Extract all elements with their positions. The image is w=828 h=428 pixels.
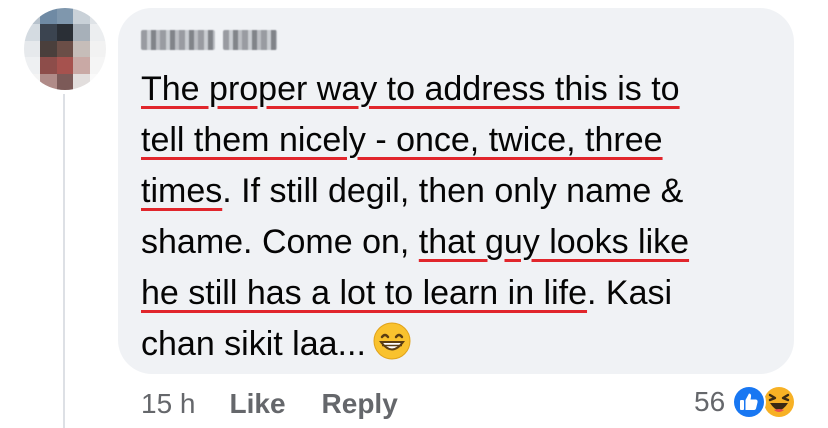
- annotated-underlined-text: The proper way to address this is to: [141, 70, 680, 108]
- annotated-underlined-text: that guy looks like: [418, 223, 690, 261]
- reaction-icons: [731, 384, 801, 420]
- comment-text-segment: . Kasi: [587, 274, 673, 312]
- comment-screenshot: The proper way to address this is to tell…: [0, 0, 828, 428]
- like-button[interactable]: Like: [230, 388, 286, 420]
- comment-line: The proper way to address this is to: [141, 64, 781, 115]
- thread-line: [63, 94, 65, 428]
- reaction-count: 56: [694, 386, 726, 417]
- avatar[interactable]: [24, 8, 106, 90]
- annotated-underlined-text: times: [141, 172, 223, 210]
- comment-text-segment: shame. Come on,: [141, 223, 419, 261]
- reply-button[interactable]: Reply: [322, 388, 398, 420]
- reaction-summary[interactable]: 56: [694, 384, 801, 420]
- grinning-face-emoji-icon: [373, 322, 411, 360]
- comment-line: he still has a lot to learn in life. Kas…: [141, 268, 781, 319]
- comment-timestamp[interactable]: 15 h: [141, 388, 196, 420]
- redacted-name-part: [223, 30, 277, 50]
- pixelated-avatar-image: [24, 8, 106, 90]
- comment-text: The proper way to address this is to tell…: [141, 64, 781, 370]
- comment-actions: 15 h Like Reply: [141, 388, 434, 420]
- comment-line: times. If still degil, then only name &: [141, 166, 781, 217]
- like-icon: [732, 385, 767, 419]
- comment-line: tell them nicely - once, twice, three: [141, 115, 781, 166]
- comment-line: chan sikit laa...: [141, 319, 781, 370]
- comment-text-segment: chan sikit laa...: [141, 325, 366, 363]
- annotated-underlined-text: he still has a lot to learn in life: [141, 274, 588, 312]
- comment-text-segment: . If still degil, then only name &: [222, 172, 684, 210]
- comment-author-name[interactable]: [141, 30, 277, 50]
- comment-line: shame. Come on, that guy looks like: [141, 217, 781, 268]
- annotated-underlined-text: tell them nicely - once, twice, three: [141, 121, 663, 159]
- redacted-name-part: [141, 30, 215, 50]
